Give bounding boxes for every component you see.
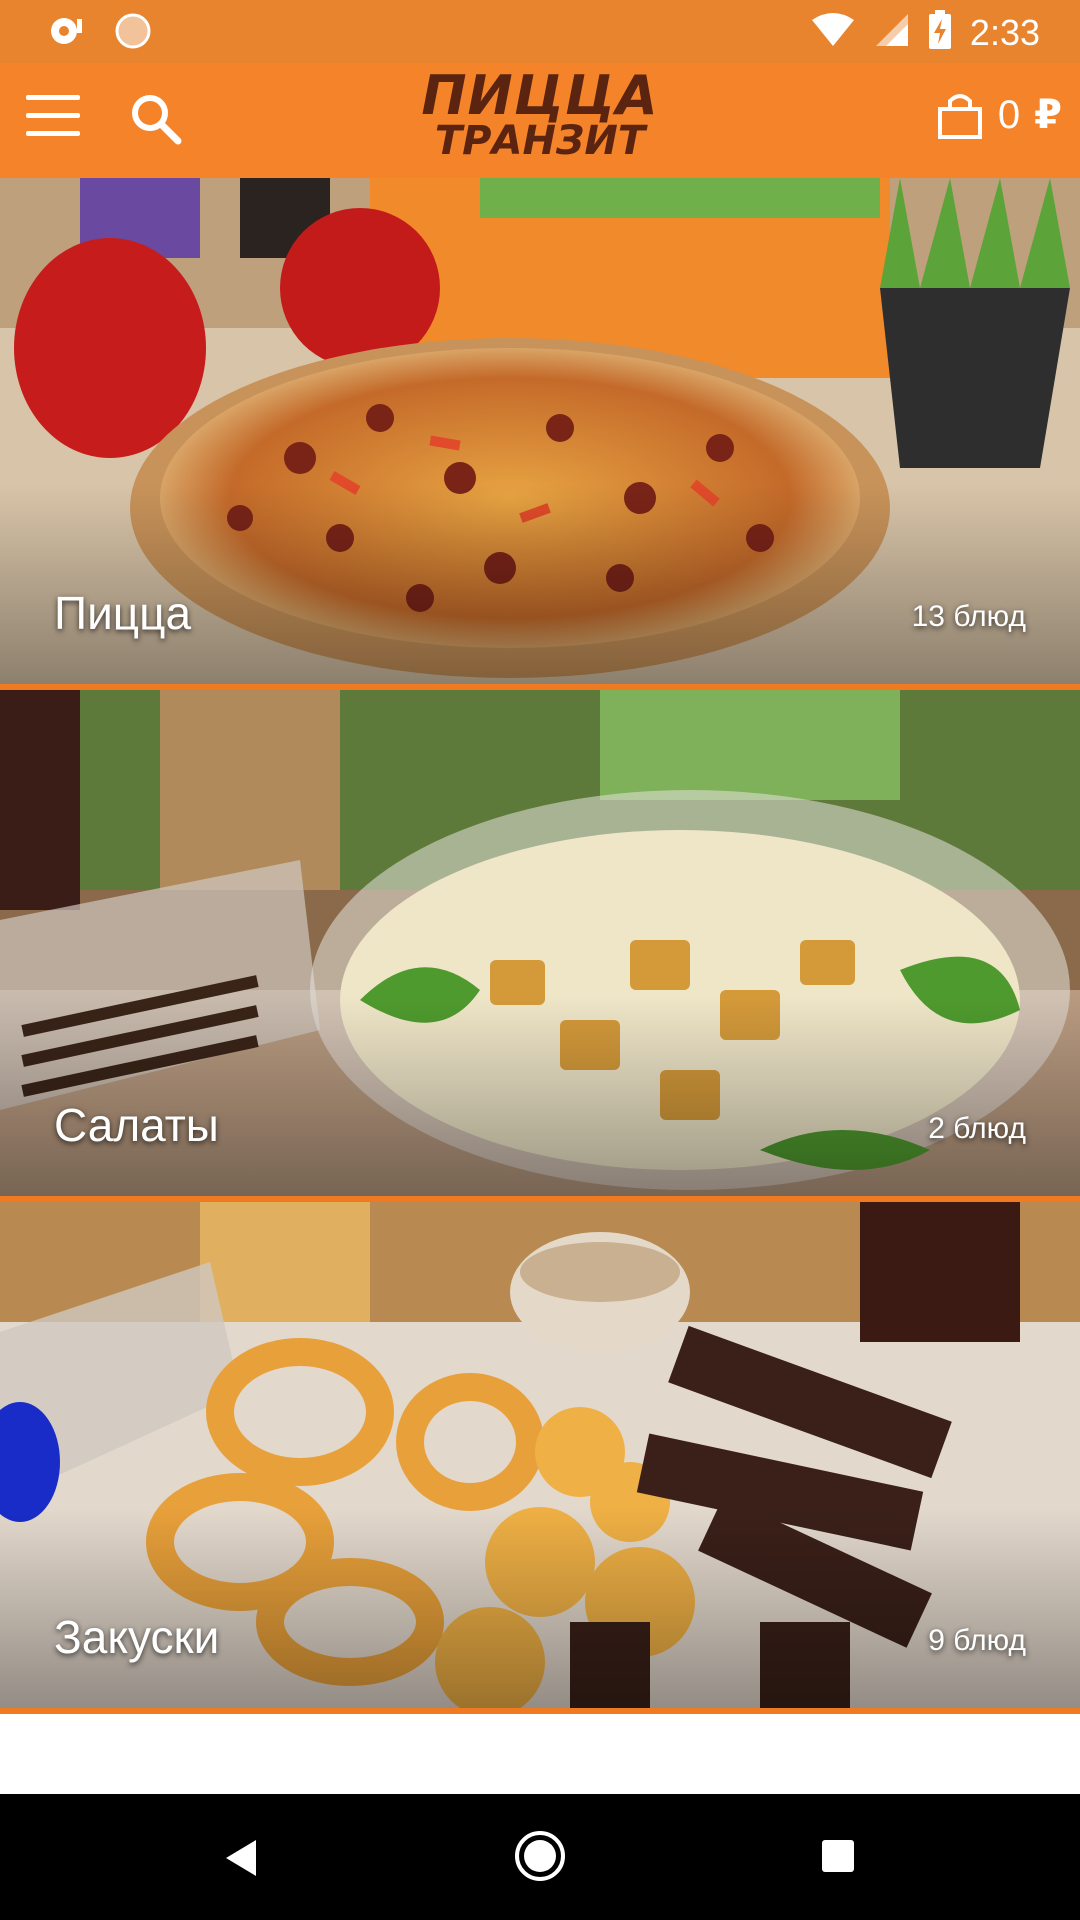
category-card-salads[interactable]: Салаты 2 блюд <box>0 690 1080 1202</box>
status-notifications <box>46 12 152 55</box>
category-list: Пицца 13 блюд Салаты 2 блюд Закуски 9 бл… <box>0 178 1080 1714</box>
notification-icon-2 <box>114 12 152 55</box>
app-screen: 2:33 ПИЦЦА ТРАНЗИТ 0 ₽ Пицца 13 блюд Сал… <box>0 0 1080 1920</box>
card-shade <box>0 996 1080 1196</box>
logo-line1: ПИЦЦА <box>421 64 659 127</box>
home-icon[interactable] <box>514 1830 566 1882</box>
wifi-icon <box>810 12 856 53</box>
app-logo: ПИЦЦА ТРАНЗИТ <box>0 64 1080 164</box>
category-count: 2 блюд <box>928 1112 1026 1145</box>
app-bar: ПИЦЦА ТРАНЗИТ 0 ₽ <box>0 63 1080 178</box>
status-system: 2:33 <box>810 10 1040 55</box>
category-name: Закуски <box>54 1611 220 1663</box>
cart-amount: 0 <box>997 92 1021 137</box>
card-shade <box>0 1508 1080 1708</box>
system-nav-bar <box>0 1794 1080 1920</box>
logo-line2: ТРАНЗИТ <box>434 118 646 164</box>
shopping-bag-icon <box>937 94 982 139</box>
category-count: 9 блюд <box>928 1624 1026 1657</box>
category-card-pizza[interactable]: Пицца 13 блюд <box>0 178 1080 690</box>
status-bar: 2:33 <box>0 0 1080 63</box>
cart-currency: ₽ <box>1034 93 1062 137</box>
back-icon[interactable] <box>224 1838 258 1878</box>
category-name: Салаты <box>54 1099 219 1151</box>
battery-charging-icon <box>928 10 952 55</box>
recent-apps-icon[interactable] <box>822 1840 854 1872</box>
notification-icon <box>46 13 86 54</box>
category-card-snacks[interactable]: Закуски 9 блюд <box>0 1202 1080 1714</box>
category-name: Пицца <box>54 587 192 639</box>
category-count: 13 блюд <box>911 600 1026 633</box>
cart-button[interactable]: 0 ₽ <box>936 91 1062 139</box>
card-shade <box>0 484 1080 684</box>
signal-icon <box>874 12 910 53</box>
status-time: 2:33 <box>969 11 1040 53</box>
